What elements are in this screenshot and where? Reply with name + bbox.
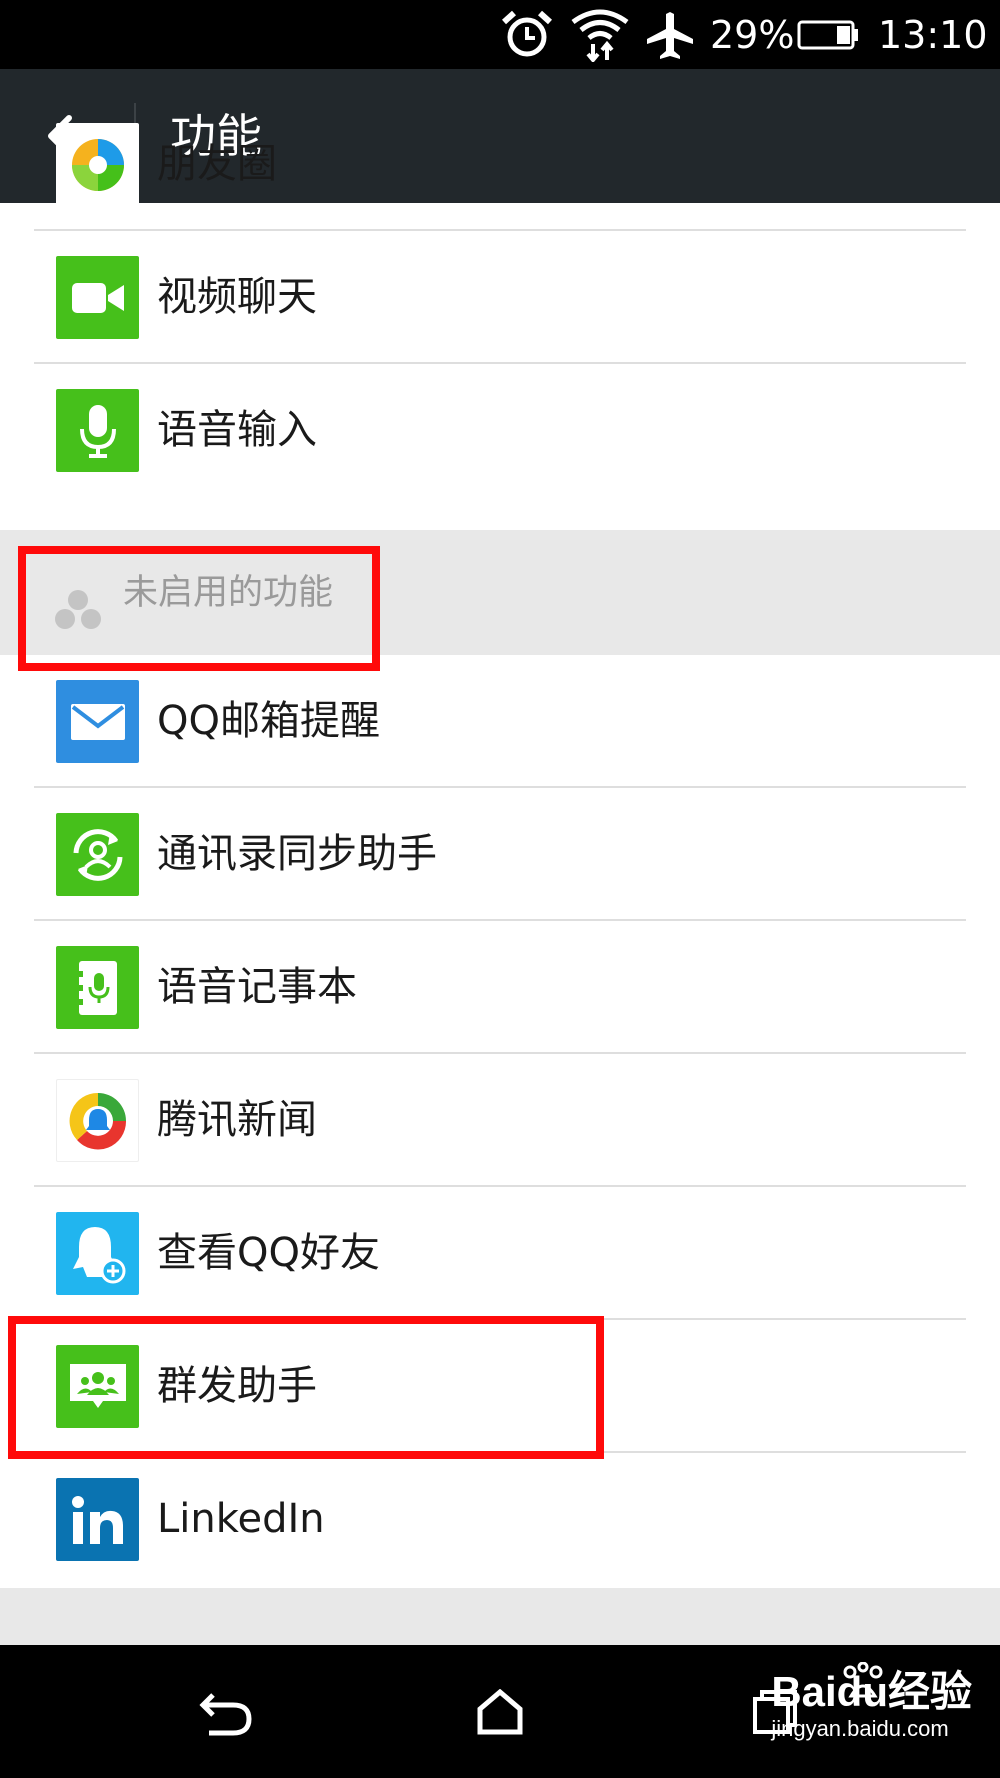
- alarm-icon: [500, 0, 554, 69]
- enabled-features-list: 朋友圈 视频聊天 语音输入: [0, 123, 1000, 530]
- qq-friend-icon: [56, 1212, 139, 1295]
- list-item-moments[interactable]: 朋友圈: [0, 98, 1000, 231]
- watermark: Baidu经验 jingyan.baidu.com: [771, 1661, 972, 1742]
- list-item-label: 视频聊天: [157, 274, 317, 320]
- paw-icon: [841, 1661, 885, 1706]
- wifi-icon: [570, 0, 630, 69]
- list-item-label: 查看QQ好友: [157, 1230, 380, 1276]
- list-item-label: QQ邮箱提醒: [157, 698, 380, 744]
- list-item-qq-mail[interactable]: QQ邮箱提醒: [0, 655, 1000, 788]
- list-item-label: 语音记事本: [157, 964, 357, 1010]
- nav-home-button[interactable]: [430, 1645, 570, 1778]
- clock: 13:10: [878, 12, 988, 57]
- contact-sync-icon: [56, 813, 139, 896]
- highlight-box: [18, 546, 380, 671]
- video-camera-icon: [56, 256, 139, 339]
- list-item-video-chat[interactable]: 视频聊天: [0, 231, 1000, 364]
- moments-icon: [56, 123, 139, 206]
- battery-percent: 29%: [710, 12, 795, 57]
- list-item-label: 腾讯新闻: [157, 1097, 317, 1143]
- mail-icon: [56, 680, 139, 763]
- list-item-label: 朋友圈: [157, 141, 277, 187]
- nav-back-button[interactable]: [155, 1645, 295, 1778]
- voice-notebook-icon: [56, 946, 139, 1029]
- battery-icon: [797, 0, 859, 69]
- linkedin-icon: [56, 1478, 139, 1561]
- list-item-label: LinkedIn: [157, 1496, 325, 1542]
- list-item-voice-notebook[interactable]: 语音记事本: [0, 921, 1000, 1054]
- list-item-qq-friends[interactable]: 查看QQ好友: [0, 1187, 1000, 1320]
- tencent-news-icon: [56, 1079, 139, 1162]
- list-item-label: 语音输入: [157, 407, 317, 453]
- list-item-linkedin[interactable]: LinkedIn: [0, 1453, 1000, 1586]
- list-item-voice-input[interactable]: 语音输入: [0, 364, 1000, 497]
- status-bar: 29% 13:10: [0, 0, 1000, 69]
- watermark-url: jingyan.baidu.com: [771, 1716, 949, 1741]
- undo-arrow-icon: [199, 1692, 252, 1735]
- list-item-contact-sync[interactable]: 通讯录同步助手: [0, 788, 1000, 921]
- highlight-box: [8, 1316, 604, 1459]
- list-item-tencent-news[interactable]: 腾讯新闻: [0, 1054, 1000, 1187]
- home-icon: [477, 1688, 523, 1734]
- list-item-label: 通讯录同步助手: [157, 831, 437, 877]
- airplane-mode-icon: [645, 0, 695, 69]
- microphone-icon: [56, 389, 139, 472]
